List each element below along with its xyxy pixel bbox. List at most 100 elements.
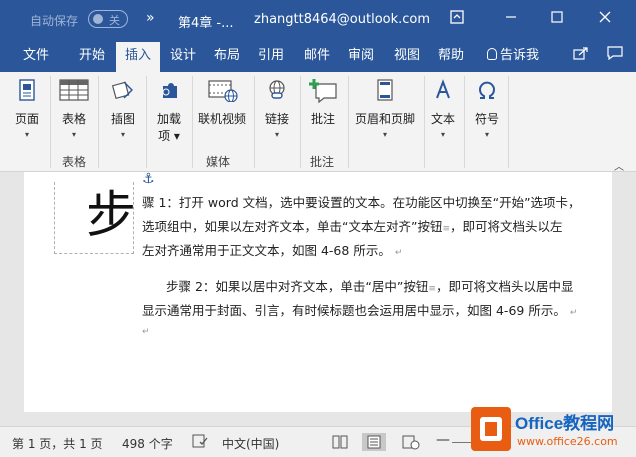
chevron-down-icon: ▾ xyxy=(24,130,29,139)
read-mode-icon[interactable] xyxy=(328,433,352,451)
group-divider xyxy=(98,76,99,168)
document-page[interactable]: ⚓ 步 骤 1：打开 word 文档，选中要设置的文本。在功能区中切换至“开始”… xyxy=(24,171,612,412)
symbols-label: 符号 xyxy=(474,112,499,126)
autosave-state: 关 xyxy=(109,14,120,27)
addins-label-line2: 项 xyxy=(158,129,171,143)
tab-review[interactable]: 审阅 xyxy=(340,40,382,72)
addins-label: 加载项 ▾ xyxy=(156,112,181,143)
align-left-glyph: ≡ xyxy=(442,224,450,234)
paragraph1-line1: 骤 1：打开 word 文档，选中要设置的文本。在功能区中切换至“开始”选项卡， xyxy=(142,195,581,210)
group-label-table: 表格 xyxy=(62,155,87,169)
user-account[interactable]: zhangtt8464@outlook.com xyxy=(254,12,430,27)
paragraph2-line1-text: 步骤 2：如果以居中对齐文本，单击“居中”按钮 xyxy=(166,279,429,294)
page-label: 页面 xyxy=(14,112,39,126)
online-video-icon xyxy=(205,78,239,103)
symbols-button[interactable]: 符号 ▾ xyxy=(470,78,504,139)
header-footer-label: 页眉和页脚 xyxy=(354,112,415,126)
group-divider xyxy=(300,76,301,168)
close-icon[interactable] xyxy=(590,8,620,32)
dropcap-character: 步 xyxy=(86,186,136,244)
group-divider xyxy=(192,76,193,168)
text-button[interactable]: 文本 ▾ xyxy=(426,78,460,139)
tab-layout[interactable]: 布局 xyxy=(206,40,248,72)
paragraph1-line2-end: ，即可将文档头以左 xyxy=(450,219,563,234)
chevron-down-icon: ▾ xyxy=(71,130,76,139)
table-button[interactable]: 表格 ▾ xyxy=(56,78,92,139)
align-center-glyph: ≡ xyxy=(428,284,436,294)
page-button[interactable]: 页面 ▾ xyxy=(10,78,44,139)
addins-button[interactable]: 加载项 ▾ xyxy=(150,78,188,144)
quick-access-more-icon[interactable]: » xyxy=(146,10,155,26)
paragraph2-line1: 步骤 2：如果以居中对齐文本，单击“居中”按钮≡，即可将文档头以居中显 xyxy=(166,276,573,295)
group-divider xyxy=(254,76,255,168)
ribbon-insert: 页面 ▾ 表格 ▾ 表格 插图 ▾ 加载项 ▾ 联机视频 媒体 链接 ▾ 批注 … xyxy=(0,72,636,173)
group-divider xyxy=(348,76,349,168)
autosave-label: 自动保存 xyxy=(30,14,79,28)
document-title: 第4章 -... xyxy=(178,16,234,31)
paragraph1-line2: 选项组中，如果以左对齐文本，单击“文本左对齐”按钮≡，即可将文档头以左 xyxy=(142,216,563,235)
print-layout-icon[interactable] xyxy=(362,433,386,451)
tab-view[interactable]: 视图 xyxy=(386,40,428,72)
link-icon xyxy=(265,78,289,102)
title-bar: 自动保存 关 » 第4章 -... zhangtt8464@outlook.co… xyxy=(0,0,636,40)
collapse-ribbon-icon[interactable]: ︿ xyxy=(614,158,624,173)
online-video-button[interactable]: 联机视频 xyxy=(194,78,250,127)
proofing-icon[interactable] xyxy=(192,433,208,452)
table-icon xyxy=(59,78,89,102)
group-label-comments: 批注 xyxy=(310,155,335,169)
illustrations-button[interactable]: 插图 ▾ xyxy=(104,78,142,139)
paragraph-mark: ↵ xyxy=(394,248,403,258)
group-divider xyxy=(146,76,147,168)
document-area: ⚓ 步 骤 1：打开 word 文档，选中要设置的文本。在功能区中切换至“开始”… xyxy=(0,171,636,426)
text-label: 文本 xyxy=(430,112,455,126)
minimize-icon[interactable] xyxy=(496,8,526,32)
maximize-icon[interactable] xyxy=(542,8,572,32)
group-divider xyxy=(424,76,425,168)
header-footer-button[interactable]: 页眉和页脚 ▾ xyxy=(350,78,420,139)
paragraph2-line1-end: ，即可将文档头以居中显 xyxy=(435,279,574,294)
tab-design[interactable]: 设计 xyxy=(162,40,204,72)
addins-label-line1: 加载 xyxy=(156,112,181,126)
watermark-brand: Office教程网 xyxy=(515,414,615,433)
ribbon-tabs: 文件 开始 插入 设计 布局 引用 邮件 审阅 视图 帮助 告诉我 xyxy=(0,40,636,72)
page-count[interactable]: 第 1 页，共 1 页 xyxy=(12,435,103,452)
share-icon[interactable] xyxy=(566,44,596,68)
toggle-knob xyxy=(93,14,103,24)
lightbulb-icon xyxy=(486,48,497,60)
zoom-out-icon[interactable]: — xyxy=(436,432,450,448)
new-comment-button[interactable]: 批注 xyxy=(302,78,344,127)
word-count[interactable]: 498 个字 xyxy=(122,435,173,452)
group-divider xyxy=(50,76,51,168)
tab-file[interactable]: 文件 xyxy=(14,40,58,72)
comment-label: 批注 xyxy=(310,112,335,126)
header-footer-icon xyxy=(373,78,397,102)
paragraph1-line3: 左对齐通常用于正文文本，如图 4-68 所示。 ↵ xyxy=(142,240,402,259)
word-window: 自动保存 关 » 第4章 -... zhangtt8464@outlook.co… xyxy=(0,0,636,457)
paragraph-mark: ↵ xyxy=(142,327,150,337)
anchor-icon[interactable]: ⚓ xyxy=(142,171,155,187)
links-button[interactable]: 链接 ▾ xyxy=(258,78,296,139)
tab-home[interactable]: 开始 xyxy=(70,40,114,72)
autosave-toggle[interactable]: 关 xyxy=(88,10,128,28)
paragraph2-line2-text: 显示通常用于封面、引言，有时候标题也会运用居中显示，如图 4-69 所示。 xyxy=(142,303,566,318)
chevron-down-icon: ▾ xyxy=(120,130,125,139)
paragraph2-line2: 显示通常用于封面、引言，有时候标题也会运用居中显示，如图 4-69 所示。 ↵ xyxy=(142,300,577,319)
text-icon xyxy=(431,78,455,102)
tab-help[interactable]: 帮助 xyxy=(430,40,472,72)
web-layout-icon[interactable] xyxy=(398,433,422,451)
language[interactable]: 中文(中国) xyxy=(222,435,279,452)
comments-pane-icon[interactable] xyxy=(600,44,630,68)
tab-mailings[interactable]: 邮件 xyxy=(296,40,338,72)
chevron-down-icon: ▾ xyxy=(440,130,445,139)
tab-references[interactable]: 引用 xyxy=(250,40,292,72)
ribbon-display-options-icon[interactable] xyxy=(442,8,472,32)
paragraph1-line2-text: 选项组中，如果以左对齐文本，单击“文本左对齐”按钮 xyxy=(142,219,443,234)
tell-me-search[interactable]: 告诉我 xyxy=(478,40,548,72)
chevron-down-icon: ▾ xyxy=(382,130,387,139)
table-label: 表格 xyxy=(61,112,86,126)
office-o-shape xyxy=(480,417,502,441)
online-video-label: 联机视频 xyxy=(197,112,246,126)
chevron-down-icon: ▾ xyxy=(274,130,279,139)
tab-insert[interactable]: 插入 xyxy=(116,42,160,72)
paragraph1-line3-text: 左对齐通常用于正文文本，如图 4-68 所示。 xyxy=(142,243,391,258)
